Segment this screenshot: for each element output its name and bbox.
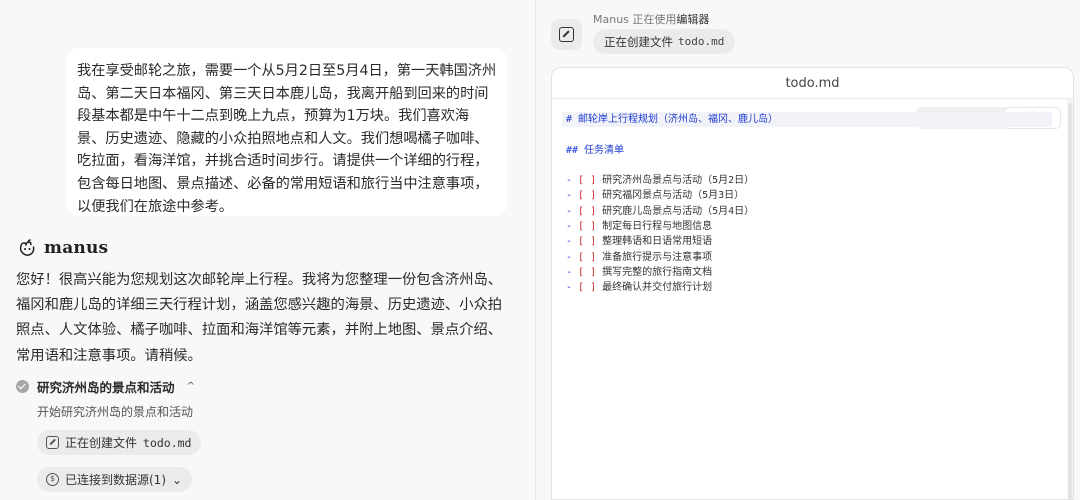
chat-pane: 我在享受邮轮之旅，需要一个从5月2日至5月4日，第一天韩国济州岛、第二天日本福冈… — [0, 0, 535, 500]
editor-tool-icon — [551, 19, 582, 50]
agent-header: manus — [16, 236, 108, 260]
editor-title: todo.md — [552, 68, 1073, 99]
task-checkbox: [ ] — [578, 175, 603, 187]
task-text: 撰写完整的旅行指南文档 — [602, 266, 713, 278]
task-line: - [ ] 研究济州岛景点与活动（5月2日） — [566, 173, 1073, 188]
step-subtitle: 开始研究济州岛的景点和活动 — [37, 405, 194, 419]
chip-filename: todo.md — [143, 435, 192, 450]
task-checkbox: [ ] — [578, 190, 603, 202]
step-title: 研究济州岛的景点和活动 — [37, 379, 175, 395]
task-bullet: - — [566, 175, 579, 187]
task-checkbox: [ ] — [578, 266, 603, 278]
editor-window: todo.md 差异 原始 已修改 # 邮轮岸上行程规划（济州岛、福冈、鹿儿岛）… — [551, 67, 1074, 500]
tool-status-prefix: Manus 正在使用 — [593, 13, 677, 26]
task-bullet: - — [566, 190, 579, 202]
task-bullet: - — [566, 205, 579, 217]
file-content: # 邮轮岸上行程规划（济州岛、福冈、鹿儿岛） ## 任务清单 - [ ] 研究济… — [562, 112, 1073, 296]
task-line: - [ ] 最终确认并交付旅行计划 — [566, 280, 1073, 295]
agent-name: manus — [44, 238, 109, 258]
datasource-label: 已连接到数据源(1) — [65, 473, 166, 487]
check-circle-icon — [16, 379, 29, 393]
tool-action-file: todo.md — [678, 35, 725, 48]
datasource-icon: $ — [46, 473, 59, 486]
tool-action-label: 正在创建文件 — [604, 34, 673, 49]
task-text: 整理韩语和日语常用短语 — [602, 236, 713, 248]
chevron-up-icon: ^ — [186, 380, 195, 392]
task-bullet: - — [566, 282, 579, 294]
file-heading-2: ## 任务清单 — [566, 144, 625, 156]
task-list: - [ ] 研究济州岛景点与活动（5月2日） - [ ] 研究福冈景点与活动（5月… — [566, 173, 1073, 295]
chip-label: 正在创建文件 — [65, 436, 138, 450]
datasource-chip[interactable]: $ 已连接到数据源(1) ⌄ — [37, 467, 193, 492]
task-text: 研究济州岛景点与活动（5月2日） — [602, 175, 755, 187]
task-text: 研究福冈景点与活动（5月3日） — [602, 190, 745, 202]
user-message-bubble: 我在享受邮轮之旅，需要一个从5月2日至5月4日，第一天韩国济州岛、第二天日本福冈… — [66, 48, 507, 216]
user-message-text: 我在享受邮轮之旅，需要一个从5月2日至5月4日，第一天韩国济州岛、第二天日本福冈… — [77, 63, 497, 215]
task-checkbox: [ ] — [578, 205, 603, 217]
edit-icon — [46, 436, 59, 449]
task-checkbox: [ ] — [578, 221, 603, 233]
task-text: 最终确认并交付旅行计划 — [602, 282, 713, 294]
task-text: 制定每日行程与地图信息 — [602, 221, 713, 233]
task-line: - [ ] 制定每日行程与地图信息 — [566, 219, 1073, 234]
task-line: - [ ] 准备旅行提示与注意事项 — [566, 250, 1073, 265]
chevron-down-icon: ⌄ — [172, 472, 183, 487]
computer-pane: Manus 正在使用编辑器 正在创建文件 todo.md todo.md 差异 … — [535, 0, 1080, 500]
task-line: - [ ] 研究鹿儿岛景点与活动（5月4日） — [566, 204, 1073, 219]
task-text: 研究鹿儿岛景点与活动（5月4日） — [602, 205, 755, 217]
task-bullet: - — [566, 251, 579, 263]
agent-message-text: 您好！很高兴能为您规划这次邮轮岸上行程。我将为您整理一份包含济州岛、福冈和鹿儿岛… — [16, 272, 503, 364]
task-bullet: - — [566, 221, 579, 233]
task-checkbox: [ ] — [578, 251, 603, 263]
task-bullet: - — [566, 266, 579, 278]
manus-logo-icon — [19, 239, 35, 256]
task-bullet: - — [566, 236, 579, 248]
file-heading-1: # 邮轮岸上行程规划（济州岛、福冈、鹿儿岛） — [562, 112, 1052, 128]
step-header[interactable]: 研究济州岛的景点和活动 ^ — [16, 377, 195, 395]
task-text: 准备旅行提示与注意事项 — [602, 251, 713, 263]
tool-status: Manus 正在使用编辑器 — [593, 11, 709, 27]
task-checkbox: [ ] — [578, 282, 603, 294]
editor-scrollbar[interactable] — [1067, 99, 1073, 499]
tool-action-chip[interactable]: 正在创建文件 todo.md — [593, 29, 736, 54]
task-line: - [ ] 撰写完整的旅行指南文档 — [566, 265, 1073, 280]
task-line: - [ ] 研究福冈景点与活动（5月3日） — [566, 188, 1073, 203]
tool-name: 编辑器 — [676, 13, 710, 26]
creating-file-chip[interactable]: 正在创建文件 todo.md — [37, 430, 202, 455]
task-line: - [ ] 整理韩语和日语常用短语 — [566, 234, 1073, 249]
task-checkbox: [ ] — [578, 236, 603, 248]
